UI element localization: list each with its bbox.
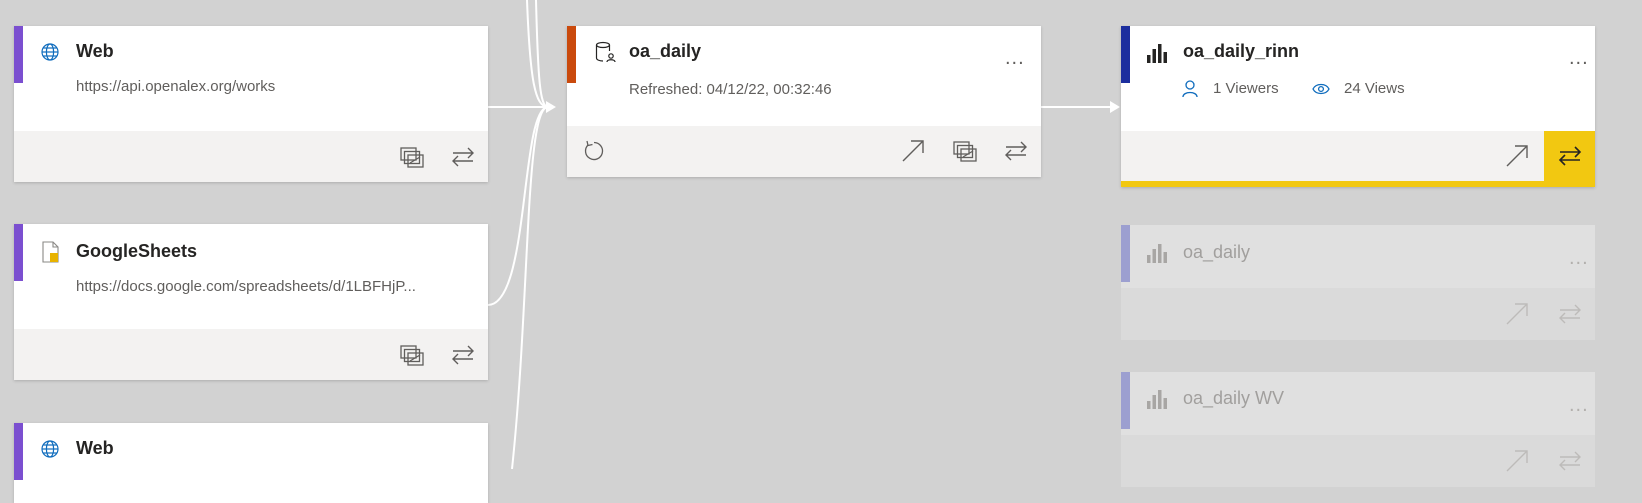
eye-icon [1312, 83, 1330, 95]
card-accent [567, 26, 576, 83]
swap-arrows-icon[interactable] [451, 147, 475, 167]
more-options-button[interactable]: ... [1569, 48, 1589, 68]
more-options-button[interactable]: ... [1569, 248, 1589, 268]
dataset-refreshed: Refreshed: 04/12/22, 00:32:46 [629, 81, 832, 98]
views-count: 24 Views [1344, 80, 1405, 97]
more-options-button[interactable]: ... [1005, 48, 1025, 68]
source-card-googlesheets[interactable]: GoogleSheets https://docs.google.com/spr… [14, 224, 488, 380]
bar-chart-icon [1147, 44, 1167, 63]
open-arrow-icon[interactable] [1505, 144, 1529, 168]
lineage-highlight-button[interactable] [1544, 131, 1595, 181]
stack-copy-icon[interactable] [400, 146, 424, 168]
card-accent [1121, 225, 1130, 282]
bar-chart-icon [1147, 244, 1167, 263]
source-url: https://api.openalex.org/works [76, 78, 276, 95]
globe-icon [41, 43, 59, 61]
more-options-button[interactable]: ... [1569, 395, 1589, 415]
card-footer [1121, 435, 1595, 487]
report-title: oa_daily_rinn [1183, 41, 1300, 61]
connector-top-b [535, 0, 549, 108]
file-icon [42, 241, 59, 263]
open-arrow-icon[interactable] [1505, 302, 1529, 326]
card-footer [1121, 131, 1595, 181]
dataset-title: oa_daily [629, 41, 702, 61]
source-title: GoogleSheets [76, 241, 198, 261]
card-accent [14, 26, 23, 83]
report-card-oa-daily[interactable]: oa_daily ... [1121, 225, 1595, 340]
viewers-count: 1 Viewers [1213, 80, 1279, 97]
stack-copy-icon[interactable] [953, 140, 977, 162]
swap-arrows-icon [1558, 146, 1582, 166]
report-card-oa-daily-wv[interactable]: oa_daily WV ... [1121, 372, 1595, 487]
dataset-icon [595, 41, 616, 63]
card-accent [1121, 372, 1130, 429]
refresh-icon[interactable] [583, 140, 605, 162]
source-url: https://docs.google.com/spreadsheets/d/1… [76, 278, 416, 295]
card-footer [567, 126, 1041, 177]
swap-arrows-icon[interactable] [1558, 451, 1582, 471]
report-title: oa_daily WV [1183, 388, 1285, 408]
person-icon [1182, 80, 1198, 98]
source-card-web[interactable]: Web https://api.openalex.org/works [14, 26, 488, 182]
card-footer [1121, 288, 1595, 340]
card-accent [1121, 26, 1130, 83]
arrowhead-dataset [546, 101, 556, 113]
source-title: Web [76, 438, 114, 458]
stack-copy-icon[interactable] [400, 344, 424, 366]
connector-sheets-dataset [487, 106, 549, 306]
bar-chart-icon [1147, 390, 1167, 409]
swap-arrows-icon[interactable] [1004, 141, 1028, 161]
open-arrow-icon[interactable] [901, 139, 925, 163]
report-card-oa-daily-rinn[interactable]: oa_daily_rinn ... 1 Viewers 24 Views [1121, 26, 1595, 187]
arrowhead-report [1110, 101, 1120, 113]
source-title: Web [76, 41, 114, 61]
open-arrow-icon[interactable] [1505, 449, 1529, 473]
swap-arrows-icon[interactable] [1558, 304, 1582, 324]
card-accent [14, 224, 23, 281]
report-title: oa_daily [1183, 242, 1251, 262]
dataset-card-oa-daily[interactable]: oa_daily ... Refreshed: 04/12/22, 00:32:… [567, 26, 1041, 177]
card-accent [14, 423, 23, 480]
swap-arrows-icon[interactable] [451, 345, 475, 365]
source-card-web-2[interactable]: Web [14, 423, 488, 503]
card-footer [14, 329, 488, 380]
card-footer [14, 131, 488, 182]
globe-icon [41, 440, 59, 458]
